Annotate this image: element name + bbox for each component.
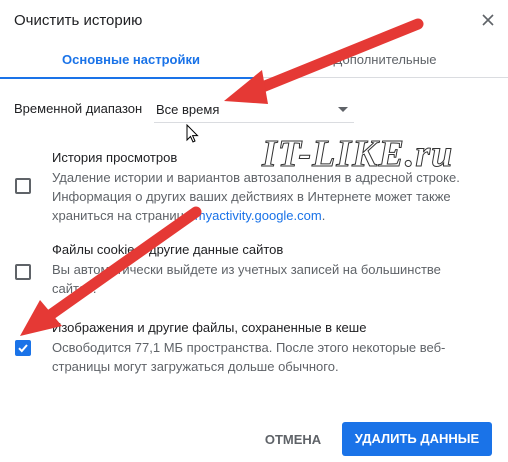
item-title: Файлы cookie и другие данные сайтов	[52, 242, 284, 257]
myactivity-link[interactable]: myactivity.google.com	[195, 208, 322, 223]
item-description: Удаление истории и вариантов автозаполне…	[52, 170, 460, 223]
item-title: История просмотров	[52, 150, 178, 165]
cancel-button[interactable]: ОТМЕНА	[254, 424, 332, 456]
tab-bar: Основные настройки Дополнительные	[0, 44, 508, 79]
close-icon[interactable]	[478, 10, 498, 30]
checkbox-history[interactable]	[15, 178, 31, 194]
item-title: Изображения и другие файлы, сохраненные …	[52, 320, 367, 335]
item-description: Вы автоматически выйдете из учетных запи…	[52, 262, 441, 296]
tab-advanced[interactable]: Дополнительные	[262, 44, 508, 78]
time-range-label: Временной диапазон	[14, 101, 143, 116]
checkbox-cookies[interactable]	[15, 264, 31, 280]
dialog-title: Очистить историю	[14, 12, 143, 29]
clear-history-dialog: Очистить историю Основные настройки Допо…	[0, 0, 508, 462]
dropdown-caret-icon	[338, 107, 348, 112]
watermark: IT-LIKE.ru	[261, 133, 454, 176]
delete-data-button[interactable]: УДАЛИТЬ ДАННЫЕ	[342, 422, 492, 456]
check-icon	[18, 344, 28, 353]
mouse-cursor-icon	[186, 124, 199, 143]
tab-basic-settings[interactable]: Основные настройки	[0, 44, 262, 79]
item-description: Освободится 77,1 МБ пространства. После …	[52, 340, 446, 374]
checkbox-cache[interactable]	[15, 340, 31, 356]
time-range-value: Все время	[156, 102, 220, 117]
time-range-select[interactable]: Все время	[154, 95, 354, 123]
